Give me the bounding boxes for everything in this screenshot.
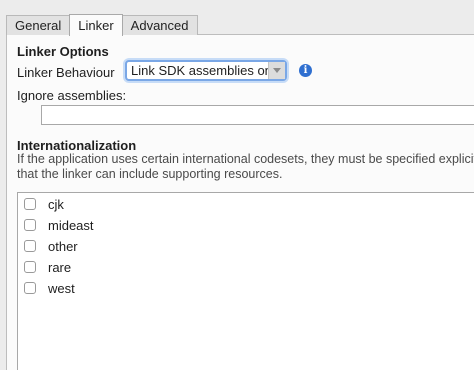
linker-behaviour-select[interactable]: Link SDK assemblies only [125, 60, 287, 81]
cjk-label: cjk [48, 196, 64, 212]
rare-checkbox[interactable] [24, 261, 36, 273]
description-line-2: that the linker can include supporting r… [17, 167, 283, 181]
mideast-checkbox[interactable] [24, 219, 36, 231]
linker-options-heading: Linker Options [17, 44, 109, 59]
tab-advanced[interactable]: Advanced [121, 15, 198, 35]
info-icon[interactable]: i [299, 64, 312, 77]
west-checkbox[interactable] [24, 282, 36, 294]
list-item[interactable]: west [24, 280, 75, 296]
other-checkbox[interactable] [24, 240, 36, 252]
description-line-1: If the application uses certain internat… [17, 152, 474, 166]
ignore-assemblies-input[interactable] [41, 105, 474, 125]
rare-label: rare [48, 259, 72, 275]
mideast-label: mideast [48, 217, 94, 233]
internationalization-description: If the application uses certain internat… [17, 152, 474, 182]
list-item[interactable]: rare [24, 259, 71, 275]
ignore-assemblies-label: Ignore assemblies: [17, 88, 127, 103]
internationalization-heading: Internationalization [17, 138, 137, 153]
list-item[interactable]: mideast [24, 217, 94, 233]
chevron-down-icon[interactable] [268, 62, 285, 79]
linker-panel: Linker Options Linker Behaviour Link SDK… [6, 34, 474, 370]
linker-behaviour-label: Linker Behaviour [17, 65, 115, 80]
linker-settings-window: General Linker Advanced Linker Options L… [0, 0, 474, 370]
cjk-checkbox[interactable] [24, 198, 36, 210]
list-item[interactable]: other [24, 238, 78, 254]
list-item[interactable]: cjk [24, 196, 64, 212]
codesets-list: cjk mideast other rare west [17, 192, 474, 370]
linker-behaviour-value: Link SDK assemblies only [131, 63, 282, 78]
other-label: other [48, 238, 78, 254]
tab-bar: General Linker Advanced [6, 13, 198, 36]
tab-general[interactable]: General [6, 15, 71, 35]
west-label: west [48, 280, 75, 296]
tab-linker[interactable]: Linker [69, 14, 123, 36]
